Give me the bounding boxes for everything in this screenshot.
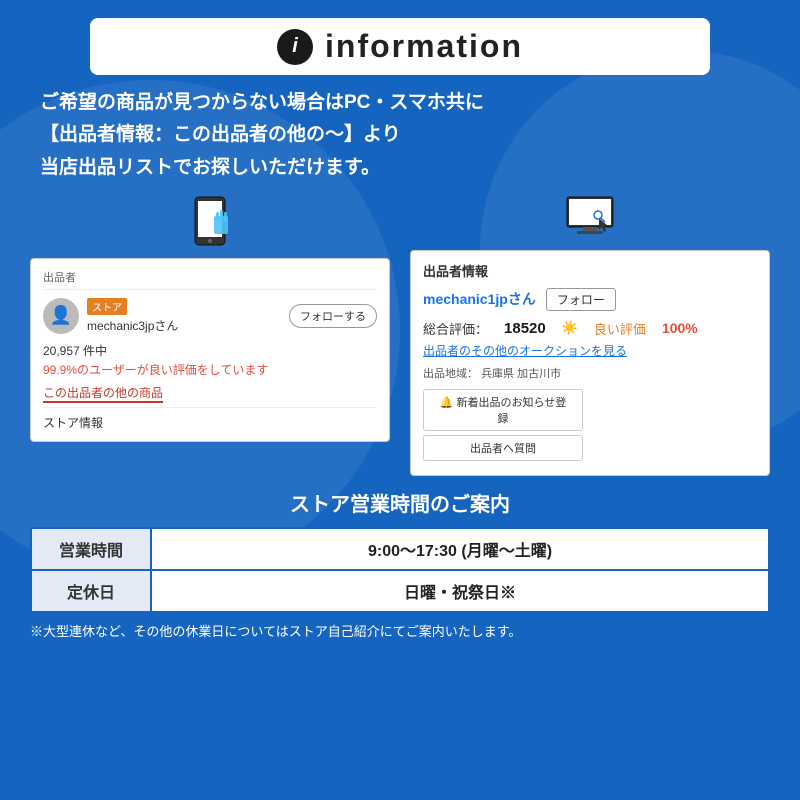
table-row: 定休日 日曜・祝祭日※ xyxy=(31,570,769,612)
desktop-location: 出品地域： 兵庫県 加古川市 xyxy=(423,365,757,381)
desktop-question-btn[interactable]: 出品者へ質問 xyxy=(423,435,583,461)
hours-table: 営業時間 9:00〜17:30 (月曜〜土曜) 定休日 日曜・祝祭日※ xyxy=(30,527,770,613)
mobile-follow-button[interactable]: フォローする xyxy=(289,304,377,328)
hours-label-1: 定休日 xyxy=(31,570,151,612)
hours-label-0: 営業時間 xyxy=(31,528,151,570)
mobile-screenshot-box: 出品者 👤 ストア mechanic3jpさん フォローする 20,957 件中… xyxy=(30,258,390,442)
good-rating-sun-icon: ☀️ xyxy=(562,320,578,336)
store-hours-section: ストア営業時間のご案内 営業時間 9:00〜17:30 (月曜〜土曜) 定休日 … xyxy=(30,488,770,640)
mobile-other-items-link[interactable]: この出品者の他の商品 xyxy=(43,384,163,403)
table-row: 営業時間 9:00〜17:30 (月曜〜土曜) xyxy=(31,528,769,570)
information-header: i information xyxy=(90,18,710,75)
main-description: ご希望の商品が見つからない場合はPC・スマホ共に 【出品者情報：この出品者の他の… xyxy=(30,87,770,184)
good-rating-pct: 100% xyxy=(662,320,698,336)
desktop-follow-button[interactable]: フォロー xyxy=(546,288,616,311)
mobile-rating-count: 20,957 件中 xyxy=(43,342,377,359)
screenshots-section: 出品者 👤 ストア mechanic3jpさん フォローする 20,957 件中… xyxy=(30,196,770,476)
info-icon: i xyxy=(277,29,313,65)
seller-section-label: 出品者 xyxy=(43,269,377,290)
good-rating-label: 良い評価 xyxy=(594,319,646,338)
store-badge: ストア xyxy=(87,298,127,315)
mobile-store-info-label: ストア情報 xyxy=(43,407,377,431)
main-text-line1: ご希望の商品が見つからない場合はPC・スマホ共に xyxy=(40,87,760,119)
desktop-seller-name: mechanic1jpさん xyxy=(423,289,536,309)
phone-icon xyxy=(190,196,230,246)
total-rating-label: 総合評価： xyxy=(423,319,488,338)
total-rating-value: 18520 xyxy=(504,320,546,337)
seller-avatar: 👤 xyxy=(43,298,79,334)
hours-value-1: 日曜・祝祭日※ xyxy=(151,570,769,612)
desktop-screenshot-item: 出品者情報 mechanic1jpさん フォロー 総合評価： 18520 ☀️ … xyxy=(410,196,770,476)
desktop-auction-link[interactable]: 出品者のその他のオークションを見る xyxy=(423,342,757,359)
desktop-seller-info-label: 出品者情報 xyxy=(423,261,757,280)
store-hours-title: ストア営業時間のご案内 xyxy=(30,488,770,517)
hours-value-0: 9:00〜17:30 (月曜〜土曜) xyxy=(151,528,769,570)
page-title: information xyxy=(325,28,523,65)
main-text-line2: 【出品者情報：この出品者の他の〜】より xyxy=(40,119,760,151)
mobile-screenshot-item: 出品者 👤 ストア mechanic3jpさん フォローする 20,957 件中… xyxy=(30,196,390,442)
mobile-seller-name: mechanic3jpさん xyxy=(87,317,281,334)
mobile-rating-pct: 99.9%のユーザーが良い評価をしています xyxy=(43,361,377,378)
store-hours-note: ※大型連休など、その他の休業日についてはストア自己紹介にてご案内いたします。 xyxy=(30,621,770,640)
pc-icon xyxy=(565,196,615,238)
desktop-screenshot-box: 出品者情報 mechanic1jpさん フォロー 総合評価： 18520 ☀️ … xyxy=(410,250,770,476)
desktop-new-item-btn[interactable]: 🔔 新着出品のお知らせ登録 xyxy=(423,389,583,431)
main-text-line3: 当店出品リストでお探しいただけます。 xyxy=(40,152,760,184)
